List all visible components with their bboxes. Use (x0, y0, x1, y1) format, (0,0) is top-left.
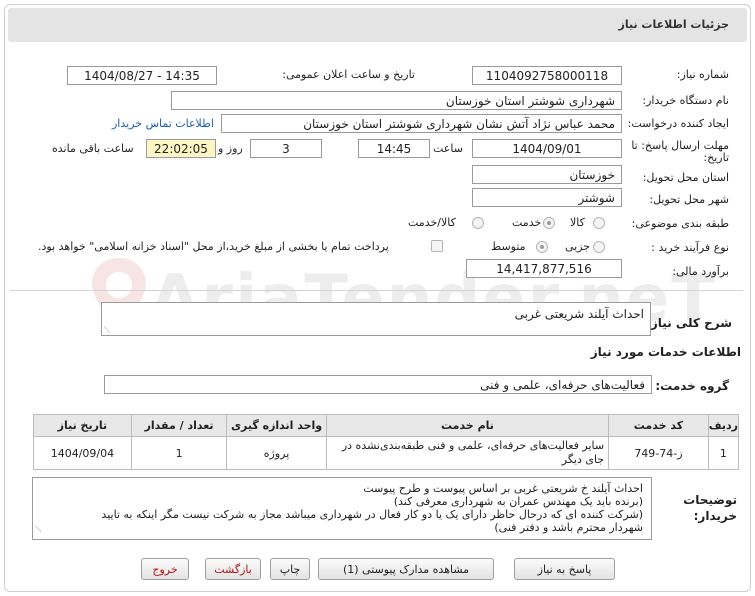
services-table: ردیف کد خدمت نام خدمت واحد اندازه گیری ت… (33, 414, 740, 470)
need-number-field: 1104092758000118 (472, 66, 622, 85)
panel-header: جزئیات اطلاعات نیاز (8, 8, 747, 42)
col-qty-header: تعداد / مقدار (130, 414, 228, 437)
back-button[interactable]: بازگشت (205, 558, 261, 580)
summary-text: احداث آیلند شریعتی غربی (514, 307, 644, 321)
buyer-notes-line: شهردار محترم باشد و دفتر فنی) (494, 521, 643, 534)
cell-row: 1 (707, 436, 740, 470)
treasury-note: پرداخت تمام یا بخشی از مبلغ خرید،از محل … (38, 240, 389, 253)
buyer-org-label: نام دستگاه خریدار: (642, 94, 729, 107)
col-row-header: ردیف (707, 414, 740, 437)
cell-code: ز-74-749 (608, 436, 709, 470)
table-row: 1 ز-74-749 سایر فعالیت‌های حرفه‌ای، علمی… (33, 436, 740, 470)
creator-label: ایجاد کننده درخواست: (627, 117, 729, 130)
view-attachments-button[interactable]: مشاهده مدارک پیوستی (1) (318, 558, 494, 580)
col-name-header: نام خدمت (325, 414, 610, 437)
estimate-label: برآورد مالی: (672, 265, 729, 278)
deadline-time-field: 14:45 (358, 139, 430, 158)
estimate-field: 14,417,877,516 (466, 259, 622, 278)
buyer-notes-label-2: خریدار: (693, 509, 737, 523)
contact-info-link[interactable]: اطلاعات تماس خریدار (112, 117, 214, 130)
resize-handle-icon[interactable]: ⟋ (35, 524, 41, 537)
reply-button[interactable]: پاسخ به نیاز (514, 558, 615, 580)
buyer-notes-label: توضیحات (683, 493, 737, 507)
creator-field: محمد عباس نژاد آتش نشان شهرداری شوشتر اس… (221, 114, 622, 133)
print-button[interactable]: چاپ (270, 558, 310, 580)
category-mixed-label: کالا/خدمت (408, 216, 456, 229)
col-code-header: کد خدمت (608, 414, 709, 437)
exit-button[interactable]: خروج (141, 558, 189, 580)
province-label: استان محل تحویل: (642, 171, 729, 184)
col-unit-header: واحد اندازه گیری (226, 414, 327, 437)
days-label: روز و (218, 142, 243, 155)
process-label: نوع فرآیند خرید : (651, 241, 729, 254)
category-mixed-radio[interactable] (472, 217, 484, 229)
announce-field: 1404/08/27 - 14:35 (67, 66, 217, 85)
service-group-field: فعالیت‌های حرفه‌ای، علمی و فنی (104, 375, 652, 394)
process-medium-radio[interactable] (536, 241, 548, 253)
province-field: خوزستان (472, 165, 622, 184)
category-label: طبقه بندی موضوعی: (631, 217, 729, 230)
col-date-header: تاریخ نیاز (33, 414, 132, 437)
table-header-row: ردیف کد خدمت نام خدمت واحد اندازه گیری ت… (33, 414, 740, 437)
buyer-notes-line: (شرکت کننده ای که درحال حاظر دارای یک یا… (101, 508, 643, 521)
remaining-time-label: ساعت باقی مانده (52, 142, 134, 155)
deadline-date-label: تاریخ: (703, 151, 729, 164)
buyer-notes-line: احداث آیلند خ شریعتی غربی بر اساس پیوست … (363, 482, 643, 495)
process-medium-label: متوسط (491, 240, 526, 253)
category-service-radio[interactable] (543, 217, 555, 229)
resize-handle-icon[interactable]: ⟋ (104, 326, 110, 336)
buyer-org-field: شهرداری شوشتر استان خوزستان (171, 91, 622, 110)
service-group-label: گروه خدمت: (655, 379, 729, 393)
city-field: شوشتر (472, 188, 622, 207)
cell-qty: 1 (130, 436, 228, 470)
announce-label: تاریخ و ساعت اعلان عمومی: (282, 68, 415, 81)
category-service-label: خدمت (512, 216, 542, 229)
city-label: شهر محل تحویل: (649, 193, 729, 206)
cell-unit: پروژه (226, 436, 327, 470)
deadline-date-field: 1404/09/01 (472, 139, 622, 158)
cell-date: 1404/09/04 (33, 436, 132, 470)
category-goods-label: کالا (570, 216, 585, 229)
process-minor-label: جزیی (565, 240, 591, 253)
process-minor-radio[interactable] (593, 241, 605, 253)
remaining-time-field: 22:02:05 (146, 139, 216, 158)
treasury-checkbox[interactable] (431, 240, 443, 252)
time-label: ساعت (433, 142, 463, 155)
page-title: جزئیات اطلاعات نیاز (618, 18, 730, 31)
buyer-notes-field: احداث آیلند خ شریعتی غربی بر اساس پیوست … (32, 477, 652, 540)
cell-name: سایر فعالیت‌های حرفه‌ای، علمی و فنی طبقه… (325, 436, 610, 470)
category-goods-radio[interactable] (593, 217, 605, 229)
services-section-title: اطلاعات خدمات مورد نیاز (590, 345, 741, 359)
days-field: 3 (250, 139, 322, 158)
need-number-label: شماره نیاز: (676, 68, 729, 81)
divider (10, 290, 743, 291)
buyer-notes-line: (برنده باید یک مهندس عمران به شهرداری مع… (393, 495, 643, 508)
summary-label: شرح کلی نیاز: (646, 316, 732, 330)
summary-field: احداث آیلند شریعتی غربی (101, 302, 651, 336)
